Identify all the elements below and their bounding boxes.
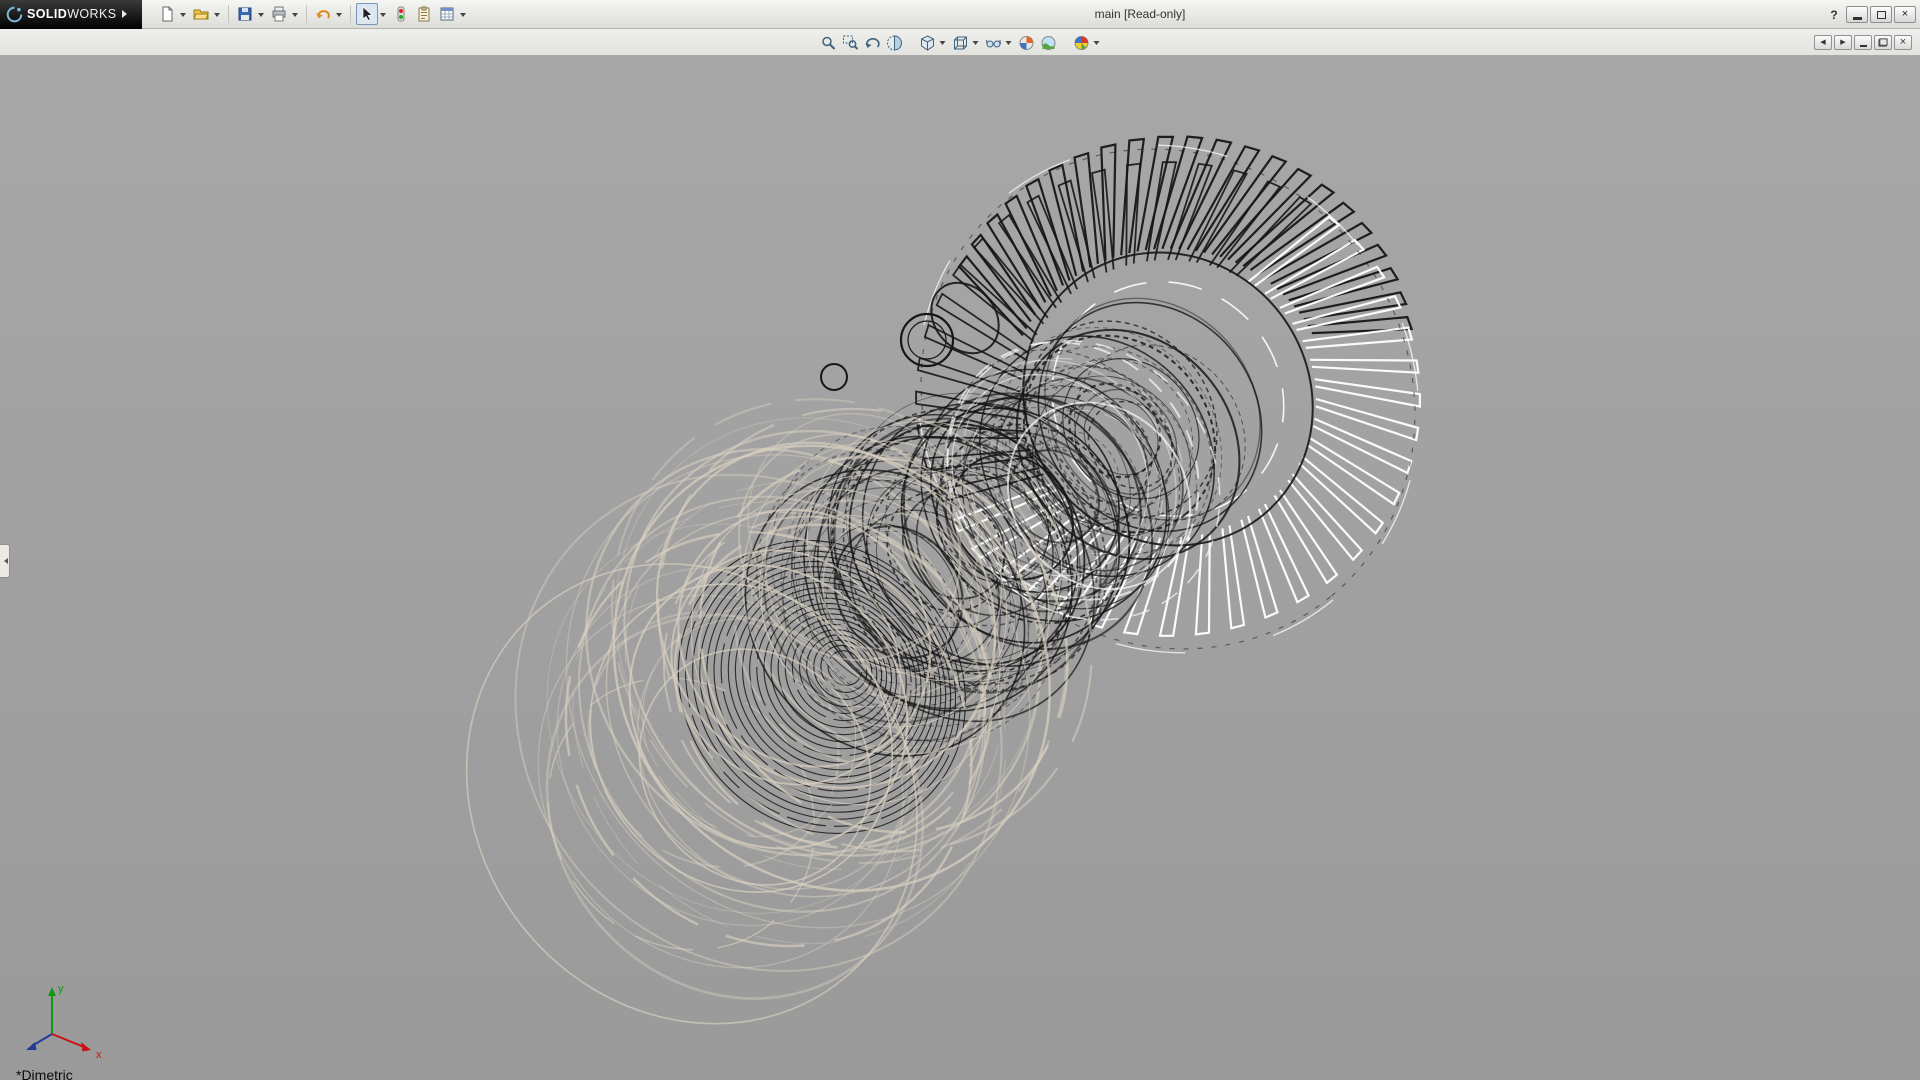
glasses-icon	[985, 35, 1001, 51]
y-axis-arrow-icon	[48, 987, 56, 996]
section-view-button[interactable]	[884, 32, 905, 53]
display-style-icon	[952, 35, 968, 51]
zoom-to-area-icon	[842, 35, 858, 51]
display-style-button[interactable]	[950, 32, 971, 53]
clipboard-icon	[416, 6, 432, 22]
print-button[interactable]	[268, 3, 290, 25]
save-button[interactable]	[234, 3, 256, 25]
view-orientation-icon	[919, 35, 935, 51]
undo-icon	[315, 6, 331, 22]
select-cursor-icon	[359, 6, 375, 22]
minimize-icon	[1853, 17, 1862, 20]
minimize-button[interactable]	[1846, 6, 1868, 23]
zoom-to-area-button[interactable]	[840, 32, 861, 53]
doc-minimize-button[interactable]	[1854, 35, 1872, 50]
new-document-icon	[159, 6, 175, 22]
appearance-sphere-icon	[1018, 35, 1034, 51]
restore-icon	[1877, 11, 1886, 19]
restore-button[interactable]	[1870, 6, 1892, 23]
traffic-light-icon	[393, 6, 409, 22]
brand-name: SOLIDWORKS	[27, 7, 116, 21]
view-orientation-button[interactable]	[917, 32, 938, 53]
open-folder-icon	[193, 6, 209, 22]
solidworks-logo: SOLIDWORKS	[0, 0, 142, 29]
section-view-icon	[886, 35, 902, 51]
toolbar-separator	[306, 5, 307, 23]
3ds-swirl-icon	[6, 6, 23, 23]
previous-view-button[interactable]	[862, 32, 883, 53]
select-button[interactable]	[356, 3, 378, 25]
document-window-controls: ◀ ▶ ×	[1814, 29, 1912, 56]
doc-close-button[interactable]: ×	[1894, 35, 1912, 50]
help-button[interactable]: ?	[1824, 6, 1844, 24]
print-icon	[271, 6, 287, 22]
orientation-triad: y x	[10, 980, 120, 1064]
doc-restore-button[interactable]	[1874, 35, 1892, 50]
spreadsheet-icon	[439, 6, 455, 22]
feature-tree-collapse-tab[interactable]	[0, 544, 10, 578]
z-axis-arrow-icon	[26, 1042, 37, 1050]
window-prev-button[interactable]: ◀	[1814, 35, 1832, 50]
close-button[interactable]: ×	[1894, 6, 1916, 23]
file-properties-button[interactable]	[413, 3, 435, 25]
doc-minimize-icon	[1860, 45, 1867, 47]
zoom-to-fit-button[interactable]	[818, 32, 839, 53]
scene-sphere-icon	[1040, 35, 1056, 51]
edit-appearance-button[interactable]	[1016, 32, 1037, 53]
view-settings-dropdown-icon[interactable]	[1094, 41, 1100, 48]
select-dropdown-icon[interactable]	[380, 13, 386, 20]
hide-show-items-button[interactable]	[983, 32, 1004, 53]
y-axis-label: y	[58, 983, 64, 995]
save-icon	[237, 6, 253, 22]
doc-restore-icon	[1879, 39, 1886, 45]
zoom-to-fit-icon	[820, 35, 836, 51]
new-dropdown-icon[interactable]	[180, 13, 186, 20]
display-style-dropdown-icon[interactable]	[973, 41, 979, 48]
open-dropdown-icon[interactable]	[214, 13, 220, 20]
new-document-button[interactable]	[156, 3, 178, 25]
view-orientation-status: *Dimetric	[16, 1067, 73, 1080]
options-button[interactable]	[436, 3, 458, 25]
print-dropdown-icon[interactable]	[292, 13, 298, 20]
save-dropdown-icon[interactable]	[258, 13, 264, 20]
view-settings-button[interactable]	[1071, 32, 1092, 53]
menu-expand-arrow-icon[interactable]	[122, 10, 131, 18]
undo-dropdown-icon[interactable]	[336, 13, 342, 20]
options-dropdown-icon[interactable]	[460, 13, 466, 20]
hide-show-dropdown-icon[interactable]	[1006, 41, 1012, 48]
toolbar-separator	[228, 5, 229, 23]
solidworks-window: SOLIDWORKS	[0, 0, 1920, 1080]
apply-scene-button[interactable]	[1038, 32, 1059, 53]
toolbar-separator	[350, 5, 351, 23]
engine-drawing	[0, 56, 1920, 1080]
undo-button[interactable]	[312, 3, 334, 25]
previous-view-icon	[864, 35, 880, 51]
view-orientation-dropdown-icon[interactable]	[940, 41, 946, 48]
heads-up-toolbar: ◀ ▶ ×	[0, 29, 1920, 56]
x-axis-label: x	[96, 1049, 102, 1061]
main-toolbar	[156, 3, 469, 25]
color-wheel-icon	[1073, 35, 1089, 51]
window-next-button[interactable]: ▶	[1834, 35, 1852, 50]
rebuild-button[interactable]	[390, 3, 412, 25]
view-tools-group	[818, 29, 1103, 56]
x-axis-arrow-icon	[81, 1042, 91, 1052]
document-title: main [Read-only]	[1095, 0, 1186, 29]
open-button[interactable]	[190, 3, 212, 25]
graphics-viewport[interactable]: y x *Dimetric	[0, 56, 1920, 1080]
window-controls: ? ×	[1824, 0, 1916, 29]
title-bar: SOLIDWORKS	[0, 0, 1920, 29]
